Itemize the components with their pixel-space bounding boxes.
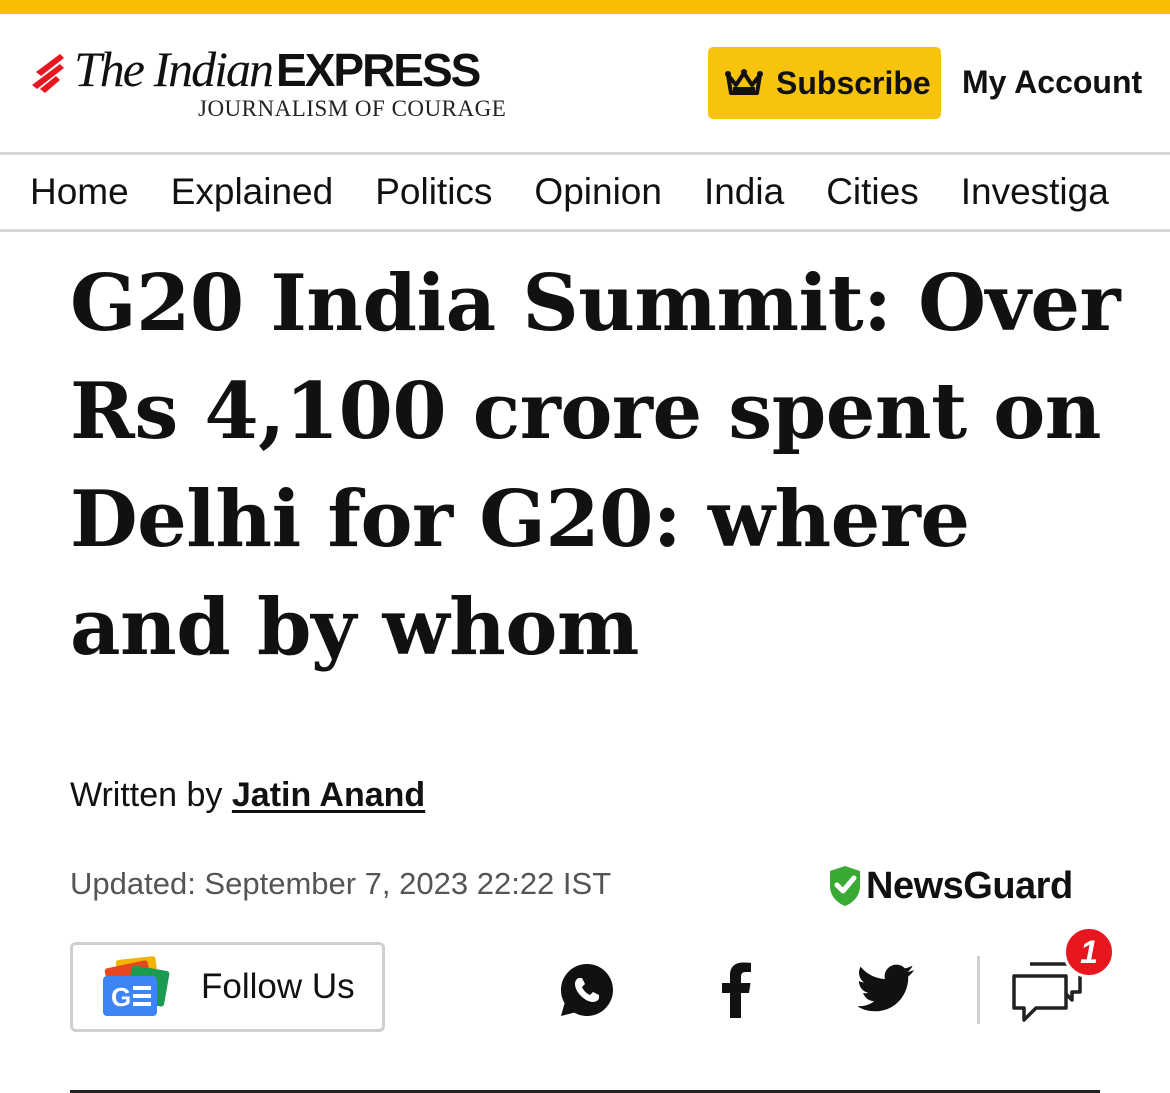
byline-prefix: Written by [70,776,232,814]
google-news-icon: G [103,956,170,1016]
subscribe-label: Subscribe [776,64,931,101]
newsguard-badge[interactable]: NewsGuard [828,864,1073,908]
svg-text:G: G [111,982,131,1012]
share-divider [977,956,980,1024]
express-flame-icon [32,54,64,93]
nav-item-cities[interactable]: Cities [826,171,919,213]
facebook-icon[interactable] [715,960,755,1020]
logo-name-caps: EXPRESS [276,44,481,96]
site-logo[interactable]: The IndianEXPRESS JOURNALISM OF COURAGE [30,44,530,130]
whatsapp-icon[interactable] [557,960,617,1020]
newsguard-shield-check-icon [830,866,860,906]
nav-item-india[interactable]: India [704,171,784,213]
subscribe-button[interactable]: Subscribe [708,47,941,119]
top-accent-stripe [0,0,1170,14]
follow-us-button[interactable]: G Follow Us [70,942,385,1032]
twitter-icon[interactable] [858,964,916,1014]
follow-us-label: Follow Us [201,967,355,1006]
site-header: The IndianEXPRESS JOURNALISM OF COURAGE … [0,14,1170,152]
updated-timestamp: Updated: September 7, 2023 22:22 IST [70,866,612,901]
logo-tagline: JOURNALISM OF COURAGE [198,96,507,121]
my-account-link[interactable]: My Account [962,64,1142,101]
article-headline: G20 India Summit: Over Rs 4,100 crore sp… [70,258,1121,673]
author-link[interactable]: Jatin Anand [232,776,425,814]
nav-item-home[interactable]: Home [30,171,129,213]
nav-item-investigations[interactable]: Investiga [961,171,1109,213]
logo-name-serif: The Indian [74,41,274,97]
main-nav: Home Explained Politics Opinion India Ci… [0,152,1170,232]
nav-item-opinion[interactable]: Opinion [534,171,662,213]
nav-item-politics[interactable]: Politics [375,171,492,213]
comment-count-badge: 1 [1063,926,1115,978]
nav-item-explained[interactable]: Explained [171,171,334,213]
byline: Written by Jatin Anand [70,776,425,815]
newsguard-label: NewsGuard [866,864,1073,907]
nav-items: Home Explained Politics Opinion India Ci… [30,155,1151,229]
crown-icon [725,69,763,95]
